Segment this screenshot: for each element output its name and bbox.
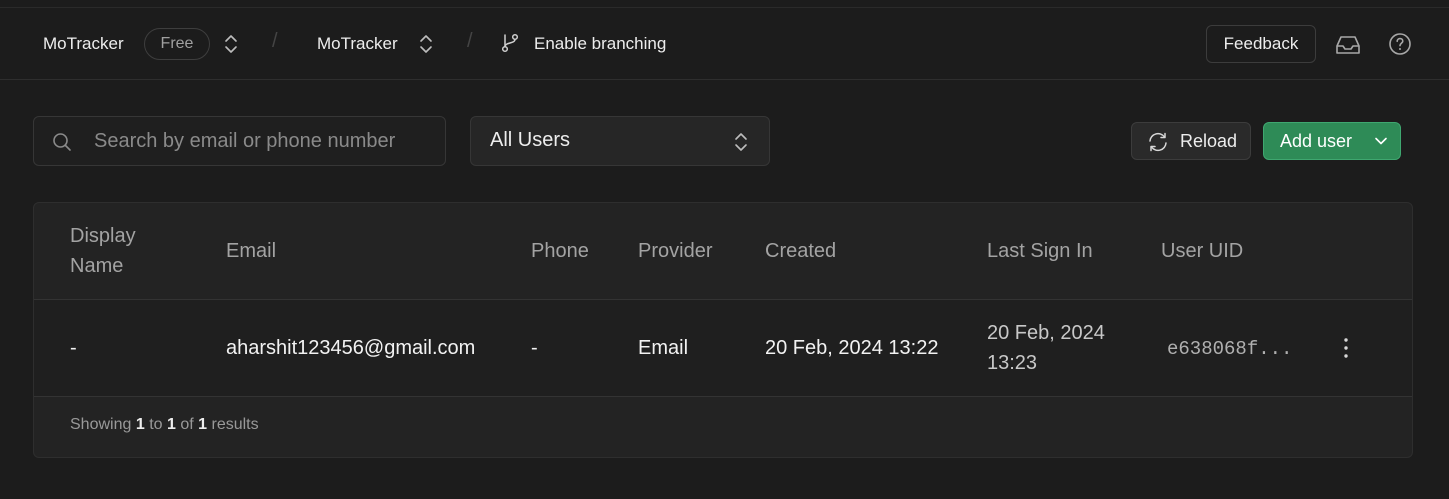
summary-prefix: Showing	[70, 416, 132, 433]
column-header-phone: Phone	[531, 240, 589, 262]
column-header-provider: Provider	[638, 240, 713, 262]
cell-user-uid: e638068f...	[1167, 338, 1293, 360]
chevrons-up-down-icon[interactable]	[223, 32, 239, 56]
summary-to: 1	[166, 416, 176, 433]
refresh-icon	[1149, 132, 1167, 152]
search-input[interactable]	[94, 125, 434, 157]
users-table: Display Name Email Phone Provider Create…	[33, 202, 1413, 458]
more-vertical-icon[interactable]	[1338, 336, 1354, 360]
column-header-user-uid: User UID	[1161, 240, 1244, 262]
chevrons-up-down-icon[interactable]	[418, 32, 434, 56]
summary-from: 1	[135, 416, 145, 433]
add-user-button[interactable]: Add user	[1263, 122, 1401, 160]
column-header-display-name: Display Name	[70, 225, 136, 277]
reload-label: Reload	[1180, 131, 1238, 151]
search-field[interactable]	[33, 116, 446, 166]
column-header-last-sign-in: Last Sign In	[987, 240, 1093, 262]
breadcrumb-separator: /	[467, 30, 473, 52]
reload-button[interactable]: Reload	[1131, 122, 1251, 160]
cell-display-name: -	[70, 337, 77, 359]
cell-created: 20 Feb, 2024 13:22	[765, 337, 939, 359]
summary-suffix: results	[211, 416, 259, 433]
user-filter-select[interactable]: All Users	[470, 116, 770, 166]
top-nav: MoTracker Free / MoTracker / Enable bran…	[0, 8, 1449, 80]
summary-to-word: to	[149, 416, 163, 433]
org-name[interactable]: MoTracker	[43, 34, 124, 54]
cell-provider: Email	[638, 337, 689, 359]
user-filter-value: All Users	[490, 129, 571, 151]
project-name[interactable]: MoTracker	[317, 34, 398, 54]
summary-of-word: of	[180, 416, 194, 433]
add-user-label: Add user	[1280, 131, 1353, 151]
column-header-email: Email	[226, 240, 277, 262]
top-strip	[0, 0, 1449, 8]
summary-total: 1	[198, 416, 208, 433]
git-branch-icon	[501, 33, 519, 53]
help-circle-icon[interactable]	[1388, 32, 1412, 56]
enable-branching-link[interactable]: Enable branching	[534, 34, 666, 54]
plan-badge: Free	[144, 28, 210, 60]
cell-phone: -	[531, 337, 538, 359]
cell-email: aharshit123456@gmail.com	[226, 337, 476, 359]
table-row[interactable]: - aharshit123456@gmail.com - Email 20 Fe…	[34, 300, 1412, 397]
breadcrumb-separator: /	[272, 30, 278, 52]
pagination-summary: Showing 1 to 1 of 1 results	[70, 416, 259, 434]
chevron-down-icon	[1375, 137, 1387, 145]
feedback-button[interactable]: Feedback	[1206, 25, 1316, 63]
search-icon	[53, 133, 71, 151]
column-header-created: Created	[765, 240, 837, 262]
inbox-icon[interactable]	[1335, 34, 1361, 56]
table-header: Display Name Email Phone Provider Create…	[34, 203, 1412, 300]
chevrons-up-down-icon	[735, 133, 747, 151]
cell-last-sign-in: 20 Feb, 2024 13:23	[987, 322, 1105, 374]
